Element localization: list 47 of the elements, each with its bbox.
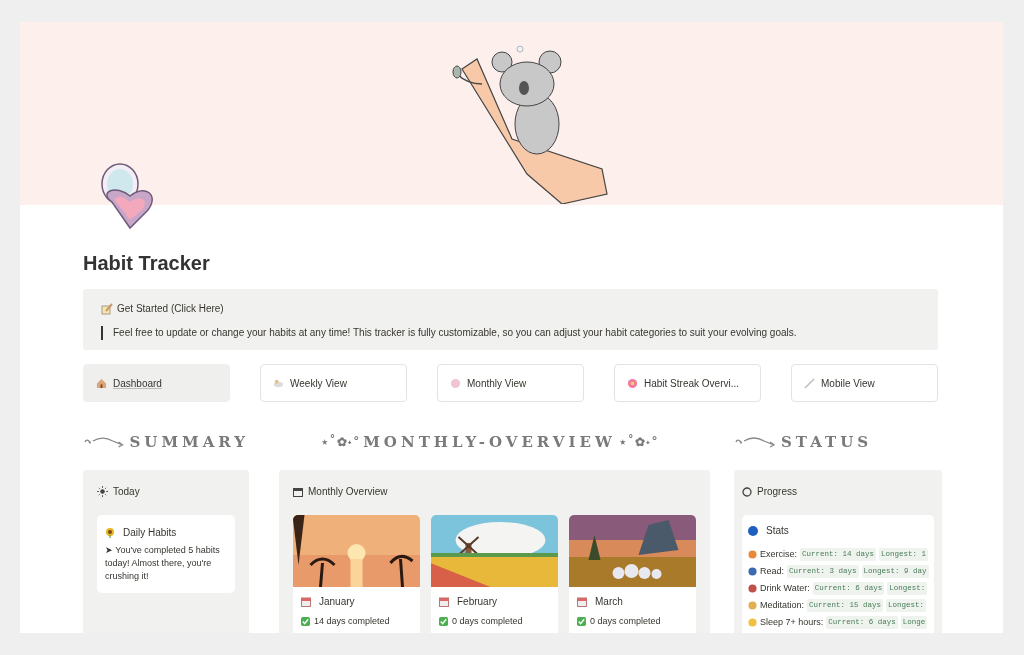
stat-label: Meditation: [760, 598, 805, 612]
flower-icon [627, 377, 638, 389]
sunflower-icon [105, 527, 115, 538]
month-card[interactable]: February 0 days completed [431, 515, 558, 633]
check-icon [577, 617, 586, 627]
calendar-icon [439, 596, 449, 607]
nav-button[interactable]: Habit Streak Overvi... [614, 364, 761, 402]
stat-label: Sleep 7+ hours: [760, 615, 824, 629]
completed-count: 0 days completed [452, 615, 523, 628]
check-icon [301, 617, 310, 627]
section-heading: MONTHLY-OVERVIEW [363, 431, 616, 453]
month-name: February [457, 595, 497, 609]
page-title: Habit Tracker [83, 251, 211, 275]
nav-button[interactable]: Monthly View [437, 364, 584, 402]
nav-button[interactable]: Weekly View [260, 364, 407, 402]
card-text: ➤ You've completed 5 habits today! Almost there, you're crushing it! [105, 544, 221, 583]
check-icon [439, 617, 448, 627]
calendar-icon [577, 596, 587, 607]
month-card[interactable]: January 14 days completed [293, 515, 420, 633]
calendar-icon [301, 596, 311, 607]
circle-icon [742, 486, 752, 497]
pencil-icon [101, 302, 113, 315]
completed-count: 14 days completed [314, 615, 390, 628]
panel-title: Progress [757, 485, 797, 499]
callout-text: Feel free to update or change your habits at any time! This tracker is fully customizable, so you can adjust your habit categories to suit your evolving goals. [113, 327, 797, 338]
callout-title[interactable]: Get Started (Click Here) [117, 301, 224, 316]
ornament-text: ⋆˚✿˖° [618, 433, 659, 451]
card-title: Stats [766, 524, 789, 538]
stat-label: Read: [760, 564, 785, 578]
nav-button[interactable]: Dashboard [83, 364, 230, 402]
stat-label: Drink Water: [760, 581, 810, 595]
calendar-icon [293, 486, 303, 497]
section-heading: STATUS [781, 431, 873, 453]
sun-icon [97, 486, 108, 497]
completed-count: 0 days completed [590, 615, 661, 628]
month-name: March [595, 595, 623, 609]
habit-card[interactable]: Daily Habits ➤ You've completed 5 habits today! Almost there, you're crushing it! [97, 515, 235, 593]
stat-label: Exercise: [760, 547, 797, 561]
nav-button[interactable]: Mobile View [791, 364, 938, 402]
ornament-text: ⋆˚✿˖° [320, 433, 361, 451]
house-icon [96, 377, 107, 389]
month-name: January [319, 595, 355, 609]
section-heading: SUMMARY [129, 431, 249, 453]
panel-title: Today [113, 485, 140, 499]
month-card[interactable]: March 0 days completed [569, 515, 696, 633]
card-title: Daily Habits [123, 526, 177, 540]
panel-title: Monthly Overview [308, 485, 388, 499]
